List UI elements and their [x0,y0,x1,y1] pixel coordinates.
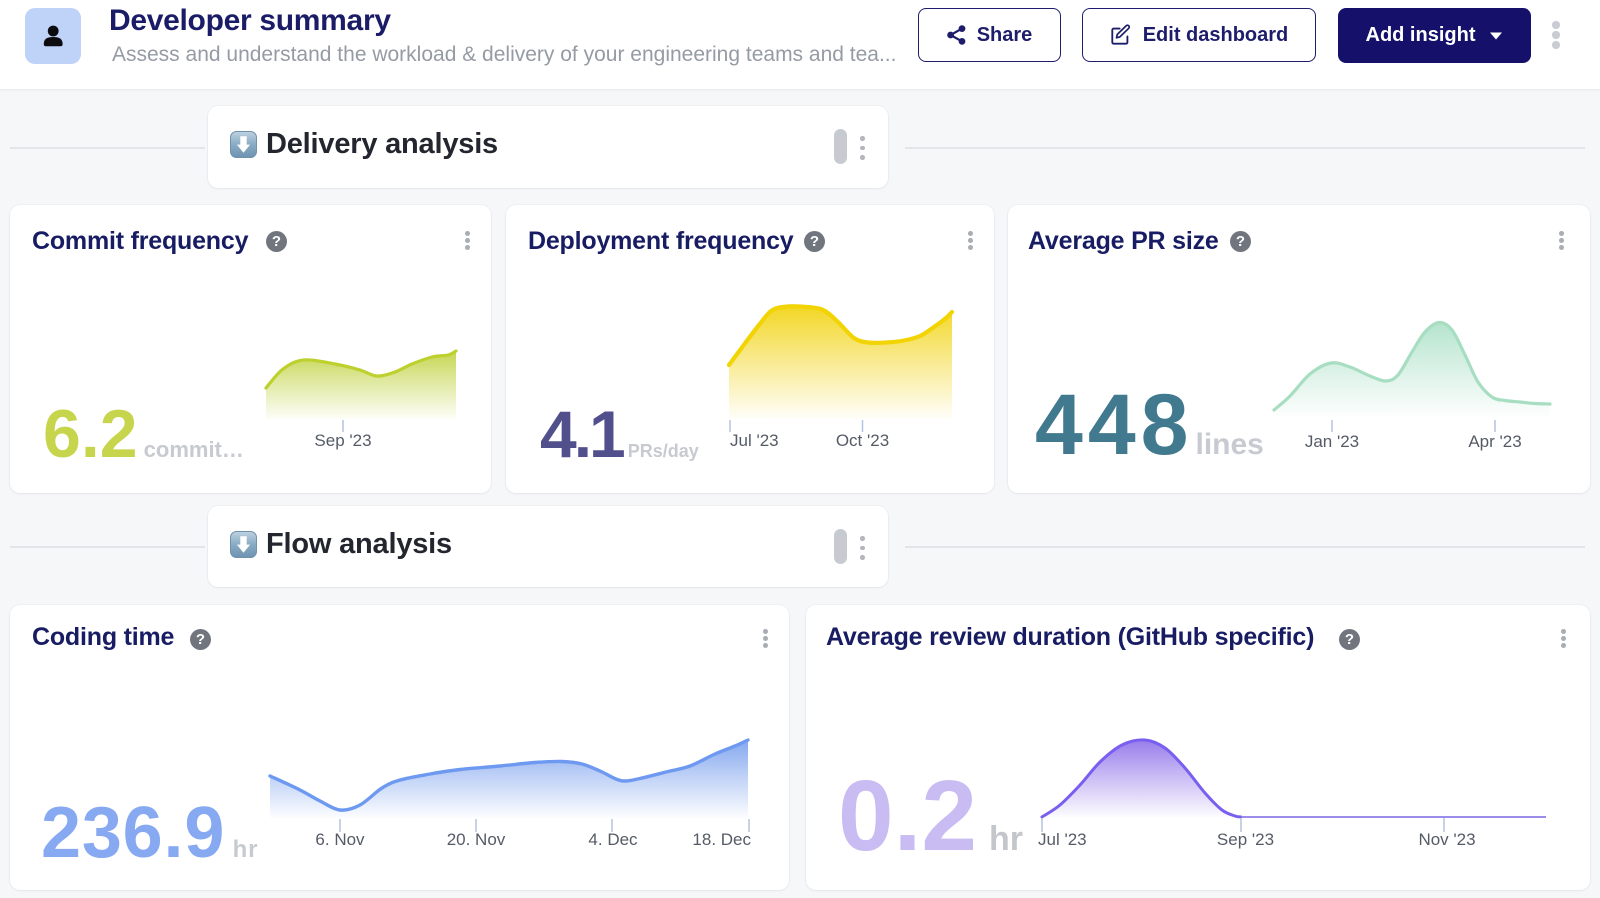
svg-text:4. Dec: 4. Dec [588,830,638,849]
svg-text:Nov '23: Nov '23 [1418,830,1475,849]
svg-text:6. Nov: 6. Nov [315,830,365,849]
svg-text:18. Dec: 18. Dec [692,830,751,849]
svg-text:Oct '23: Oct '23 [836,431,889,450]
svg-text:Sep '23: Sep '23 [1217,830,1274,849]
svg-text:Jul '23: Jul '23 [730,431,779,450]
svg-text:Jul '23: Jul '23 [1038,830,1087,849]
svg-text:Sep '23: Sep '23 [314,431,371,450]
svg-text:Jan '23: Jan '23 [1305,432,1359,451]
svg-text:20. Nov: 20. Nov [447,830,506,849]
svg-text:Apr '23: Apr '23 [1468,432,1521,451]
